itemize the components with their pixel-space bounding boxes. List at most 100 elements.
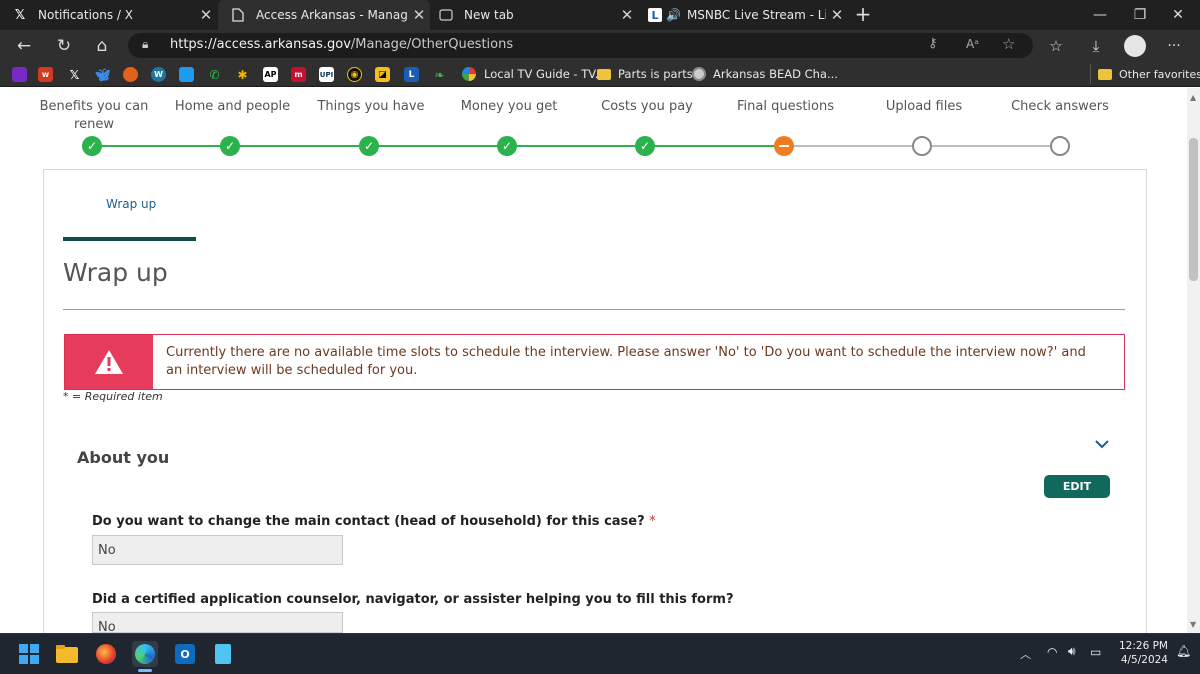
wifi-icon[interactable]: ◠: [1047, 645, 1057, 659]
step-label-things: Things you have: [317, 99, 425, 114]
profile-avatar[interactable]: [1124, 35, 1146, 57]
wordpress-icon[interactable]: W: [151, 67, 166, 82]
read-aloud-icon[interactable]: Aᵃ: [966, 37, 979, 51]
step-label-benefits: Benefits you can renew: [39, 99, 149, 132]
twitter-icon[interactable]: [179, 67, 194, 82]
bookmark-parts-is-parts[interactable]: Parts is parts: [597, 62, 693, 86]
assister-field[interactable]: No: [92, 612, 343, 633]
step-label-home: Home and people: [174, 99, 291, 114]
yahoo-mail-icon[interactable]: [12, 67, 27, 82]
step-check-icon: ✓: [635, 136, 655, 156]
reddit-icon[interactable]: [123, 67, 138, 82]
required-note: * = Required item: [63, 390, 163, 403]
firefox-icon[interactable]: [93, 641, 119, 667]
scroll-down-icon[interactable]: ▼: [1190, 620, 1196, 629]
favorite-star-icon[interactable]: ☆: [1002, 35, 1015, 53]
subtab-wrap-up[interactable]: Wrap up: [106, 197, 156, 211]
edit-button[interactable]: EDIT: [1044, 475, 1110, 498]
x-logo-icon: 𝕏: [14, 7, 26, 23]
alert-banner: Currently there are no available time sl…: [64, 334, 1125, 390]
notepad-icon[interactable]: [210, 641, 236, 667]
tab-title: Notifications / X: [38, 8, 133, 22]
bookmark-local-tv-guide[interactable]: Local TV Guide - TV...: [462, 62, 606, 86]
pinwheel-icon[interactable]: ✱: [235, 67, 250, 82]
active-app-indicator: [138, 669, 152, 672]
battery-icon[interactable]: ▭: [1090, 645, 1101, 659]
more-menu-icon[interactable]: ···: [1160, 32, 1188, 60]
upi-icon[interactable]: UPI: [319, 67, 334, 82]
lock-icon[interactable]: 🔒︎: [142, 37, 148, 52]
refresh-icon[interactable]: ↻: [50, 32, 78, 60]
section-title: About you: [77, 448, 170, 467]
address-bar[interactable]: 🔒︎ https://access.arkansas.gov/Manage/Ot…: [128, 33, 1033, 58]
step-label-costs: Costs you pay: [601, 99, 693, 114]
step-label-check: Check answers: [1011, 99, 1109, 114]
home-icon[interactable]: ⌂: [88, 32, 116, 60]
volume-icon[interactable]: 🔊︎: [1068, 644, 1076, 659]
question-label: Did a certified application counselor, n…: [92, 592, 734, 607]
edge-icon[interactable]: [132, 641, 158, 667]
back-arrow-icon[interactable]: ←: [10, 32, 38, 60]
favorites-icon[interactable]: ☆: [1042, 32, 1070, 60]
bookmark-label: Arkansas BEAD Cha...: [713, 67, 838, 81]
bookmark-arkansas-bead[interactable]: Arkansas BEAD Cha...: [692, 62, 838, 86]
weather-icon[interactable]: w: [38, 67, 53, 82]
outlook-icon[interactable]: O: [172, 641, 198, 667]
key-icon[interactable]: ⚷: [928, 36, 938, 51]
chevron-down-icon[interactable]: [1093, 435, 1113, 455]
step-label-upload: Upload files: [885, 99, 963, 114]
bookmark-label: Local TV Guide - TV...: [484, 67, 606, 81]
step-label-money: Money you get: [460, 99, 558, 114]
phone-icon[interactable]: ✆: [207, 67, 222, 82]
folder-icon: [1098, 68, 1112, 80]
clock-date: 4/5/2024: [1120, 654, 1168, 666]
system-clock[interactable]: 12:26 PM 4/5/2024: [1112, 639, 1168, 667]
news-icon[interactable]: m: [291, 67, 306, 82]
other-favorites-label: Other favorites: [1119, 67, 1200, 81]
step-check-icon: ✓: [220, 136, 240, 156]
leaf-icon[interactable]: ❧: [432, 67, 447, 82]
subtab-underline: [63, 237, 196, 241]
url-host: https://access.arkansas.gov: [170, 37, 351, 52]
coin-icon[interactable]: ◉: [347, 67, 362, 82]
scroll-up-icon[interactable]: ▲: [1190, 93, 1196, 102]
l-logo-icon[interactable]: L: [404, 67, 419, 82]
step-check-icon: ✓: [359, 136, 379, 156]
url-path: /Manage/OtherQuestions: [350, 37, 514, 52]
l-logo-icon: L: [648, 8, 662, 22]
tab-title: MSNBC Live Stream - Live N: [686, 8, 826, 22]
screen: 𝕏 Notifications / X ✕ Access Arkansas - …: [0, 0, 1200, 674]
step-pending-icon: [912, 136, 932, 156]
tab-title: Access Arkansas - Manage: [256, 8, 408, 22]
close-icon[interactable]: ✕: [195, 6, 217, 24]
title-divider: [63, 309, 1125, 310]
download-icon[interactable]: ⤓: [1082, 32, 1110, 60]
bluesky-icon[interactable]: 🦋︎: [95, 67, 110, 82]
step-current-icon: [774, 136, 794, 156]
file-explorer-icon[interactable]: [54, 641, 80, 667]
url-text: https://access.arkansas.gov/Manage/Other…: [170, 37, 513, 52]
question-label: Do you want to change the main contact (…: [92, 514, 656, 529]
close-icon[interactable]: ✕: [826, 6, 848, 24]
x-logo-icon[interactable]: 𝕏: [67, 67, 82, 82]
ap-icon[interactable]: AP: [263, 67, 278, 82]
close-icon[interactable]: ✕: [616, 6, 638, 24]
windows-start-icon[interactable]: [16, 641, 42, 667]
scrollbar-thumb[interactable]: [1189, 138, 1198, 281]
required-asterisk: *: [649, 514, 656, 529]
seal-icon: [692, 67, 706, 81]
window-close-icon[interactable]: ✕: [1156, 0, 1200, 30]
browser-tab-x[interactable]: 𝕏 Notifications / X ✕: [0, 0, 217, 30]
minimize-icon[interactable]: —: [1078, 0, 1122, 30]
head-of-household-field[interactable]: No: [92, 535, 343, 565]
notification-bell-icon[interactable]: 🔔︎: [1176, 644, 1191, 658]
page-title: Wrap up: [63, 258, 168, 287]
new-tab-button[interactable]: +: [853, 4, 873, 26]
other-favorites[interactable]: Other favorites: [1098, 62, 1200, 86]
browser-tab-access-arkansas[interactable]: Access Arkansas - Manage ✕: [218, 0, 430, 30]
chevron-up-icon[interactable]: ︿: [1020, 646, 1031, 662]
puzzle-icon[interactable]: ◪: [375, 67, 390, 82]
browser-tab-msnbc[interactable]: L 🔊 MSNBC Live Stream - Live N ✕: [636, 0, 848, 30]
browser-tab-new[interactable]: New tab ✕: [426, 0, 638, 30]
speaker-icon[interactable]: 🔊: [666, 8, 681, 22]
